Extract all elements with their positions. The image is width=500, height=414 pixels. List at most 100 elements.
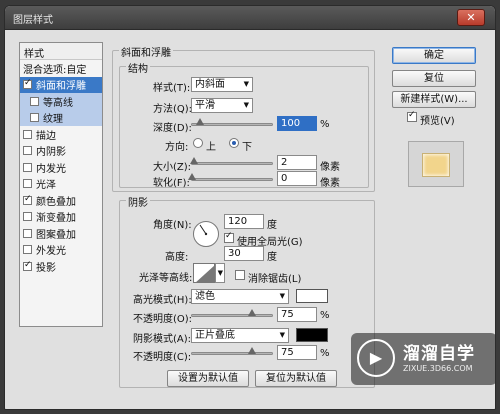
watermark-text: 溜溜自学 xyxy=(403,344,475,364)
style-preview xyxy=(408,141,464,187)
gloss-contour-dropdown[interactable]: ▼ xyxy=(215,263,225,283)
style-item-checkbox[interactable] xyxy=(23,212,32,222)
style-list-item[interactable]: 投影 xyxy=(20,258,102,275)
style-list-item[interactable]: 纹理 xyxy=(20,109,102,126)
style-list-item[interactable]: 光泽 xyxy=(20,176,102,193)
style-item-label: 等高线 xyxy=(43,97,73,109)
angle-dial-indicator xyxy=(199,224,208,236)
style-list-item[interactable]: 混合选项:自定 xyxy=(20,60,102,77)
reset-default-button[interactable]: 复位为默认值 xyxy=(255,370,337,387)
depth-slider-thumb[interactable] xyxy=(196,118,204,125)
style-item-checkbox[interactable] xyxy=(23,228,32,238)
global-light-checkbox[interactable] xyxy=(224,231,234,243)
direction-down-radio[interactable] xyxy=(229,138,239,148)
size-slider[interactable] xyxy=(189,157,273,165)
size-label: 大小(Z): xyxy=(153,162,192,173)
style-select[interactable]: 内斜面 ▼ xyxy=(191,77,253,92)
style-list-item[interactable]: 颜色叠加 xyxy=(20,192,102,209)
soften-label: 软化(F): xyxy=(153,178,190,189)
style-item-checkbox[interactable] xyxy=(23,260,32,271)
style-list-item[interactable]: 图案叠加 xyxy=(20,225,102,242)
depth-unit: % xyxy=(320,119,330,130)
watermark-url: ZIXUE.3D66.COM xyxy=(403,364,473,373)
style-item-checkbox[interactable] xyxy=(23,162,32,172)
preview-checkbox[interactable] xyxy=(407,110,417,122)
highlight-color-swatch[interactable] xyxy=(296,289,328,303)
soften-input[interactable]: 0 xyxy=(277,171,317,186)
style-label: 样式(T): xyxy=(153,83,191,94)
style-list-item[interactable]: 描边 xyxy=(20,126,102,143)
new-style-button[interactable]: 新建样式(W)... xyxy=(392,91,476,108)
style-item-checkbox[interactable] xyxy=(23,146,32,156)
style-item-label: 斜面和浮雕 xyxy=(36,81,86,93)
angle-input[interactable]: 120 xyxy=(224,214,264,229)
chevron-down-icon: ▼ xyxy=(279,331,285,339)
altitude-label: 高度: xyxy=(165,252,189,263)
shadow-opacity-input[interactable]: 75 xyxy=(277,345,317,360)
close-button[interactable]: ✕ xyxy=(457,9,485,26)
layer-style-dialog: 图层样式 ✕ 样式 混合选项:自定斜面和浮雕等高线纹理描边内阴影内发光光泽颜色叠… xyxy=(4,5,496,410)
title-bar[interactable]: 图层样式 ✕ xyxy=(5,6,495,30)
style-item-checkbox[interactable] xyxy=(23,179,32,189)
soften-unit: 像素 xyxy=(320,178,340,189)
style-list-item[interactable]: 内发光 xyxy=(20,159,102,176)
style-list-item[interactable]: 内阴影 xyxy=(20,143,102,160)
shadow-mode-select[interactable]: 正片叠底 ▼ xyxy=(191,328,289,343)
technique-label: 方法(Q): xyxy=(153,104,193,115)
style-item-checkbox[interactable] xyxy=(23,129,32,139)
technique-select[interactable]: 平滑 ▼ xyxy=(191,98,253,113)
style-item-checkbox[interactable] xyxy=(30,96,39,106)
gloss-contour-label: 光泽等高线: xyxy=(139,273,193,284)
chevron-down-icon: ▼ xyxy=(217,269,223,277)
reset-button[interactable]: 复位 xyxy=(392,70,476,87)
size-slider-thumb[interactable] xyxy=(189,157,198,164)
gloss-contour-picker[interactable] xyxy=(193,263,215,283)
size-input[interactable]: 2 xyxy=(277,155,317,170)
highlight-mode-select[interactable]: 滤色 ▼ xyxy=(191,289,289,304)
style-item-label: 投影 xyxy=(36,262,56,274)
style-item-label: 描边 xyxy=(36,130,56,142)
style-item-label: 光泽 xyxy=(36,180,56,192)
shadow-opacity-thumb[interactable] xyxy=(248,347,256,354)
soften-slider[interactable] xyxy=(188,173,273,181)
altitude-unit: 度 xyxy=(267,252,277,263)
antialias-checkbox[interactable] xyxy=(235,270,245,280)
play-logo-icon: ▶ xyxy=(357,339,395,377)
style-list-item[interactable]: 渐变叠加 xyxy=(20,209,102,226)
style-list-item[interactable]: 斜面和浮雕 xyxy=(20,76,102,93)
style-list-header: 样式 xyxy=(20,43,102,60)
preview-swatch xyxy=(422,153,450,177)
style-item-checkbox[interactable] xyxy=(23,194,32,205)
highlight-opacity-thumb[interactable] xyxy=(248,309,256,316)
make-default-button[interactable]: 设置为默认值 xyxy=(167,370,249,387)
size-unit: 像素 xyxy=(320,162,340,173)
preview-label: 预览(V) xyxy=(420,116,455,127)
chevron-down-icon: ▼ xyxy=(243,101,249,109)
shadow-opacity-slider[interactable] xyxy=(191,347,273,355)
style-item-checkbox[interactable] xyxy=(23,245,32,255)
shadow-mode-label: 阴影模式(A): xyxy=(133,334,192,345)
style-list-item[interactable]: 外发光 xyxy=(20,242,102,259)
style-item-label: 纹理 xyxy=(43,114,63,126)
highlight-opacity-slider[interactable] xyxy=(191,309,273,317)
style-item-label: 内阴影 xyxy=(36,147,66,159)
shading-title: 阴影 xyxy=(126,194,150,209)
highlight-mode-label: 高光模式(H): xyxy=(133,295,192,306)
shadow-color-swatch[interactable] xyxy=(296,328,328,342)
structure-title: 结构 xyxy=(126,60,150,75)
style-item-checkbox[interactable] xyxy=(23,78,32,90)
style-list-item[interactable]: 等高线 xyxy=(20,93,102,110)
direction-up-radio[interactable] xyxy=(193,138,203,148)
depth-input[interactable]: 100 xyxy=(277,116,317,131)
depth-slider[interactable] xyxy=(191,118,273,126)
angle-dial[interactable] xyxy=(193,221,219,247)
style-item-label: 混合选项:自定 xyxy=(23,64,87,76)
bevel-emboss-title: 斜面和浮雕 xyxy=(119,44,173,59)
direction-label: 方向: xyxy=(165,142,189,153)
altitude-input[interactable]: 30 xyxy=(224,246,264,261)
ok-button[interactable]: 确定 xyxy=(392,47,476,64)
style-item-checkbox[interactable] xyxy=(30,113,39,123)
highlight-opacity-input[interactable]: 75 xyxy=(277,307,317,322)
highlight-opacity-unit: % xyxy=(320,310,330,321)
soften-slider-thumb[interactable] xyxy=(188,173,196,180)
